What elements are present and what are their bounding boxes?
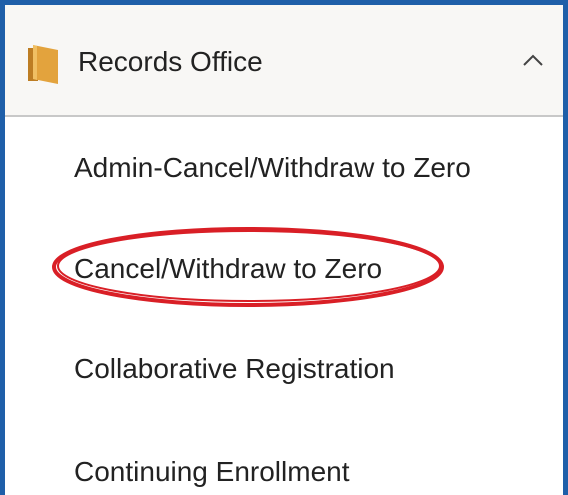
menu-item-cancel-withdraw-to-zero[interactable]: Cancel/Withdraw to Zero	[74, 252, 382, 286]
menu-item-continuing-enrollment[interactable]: Continuing Enrollment	[74, 455, 350, 489]
chevron-up-icon[interactable]	[521, 51, 545, 69]
folder-icon	[28, 45, 58, 84]
section-header-records-office[interactable]: Records Office	[5, 5, 563, 117]
menu-item-admin-cancel-withdraw-to-zero[interactable]: Admin-Cancel/Withdraw to Zero	[74, 151, 471, 185]
section-title: Records Office	[78, 46, 263, 77]
menu-item-collaborative-registration[interactable]: Collaborative Registration	[74, 352, 395, 386]
records-office-panel: Records Office Admin-Cancel/Withdraw to …	[0, 0, 568, 495]
